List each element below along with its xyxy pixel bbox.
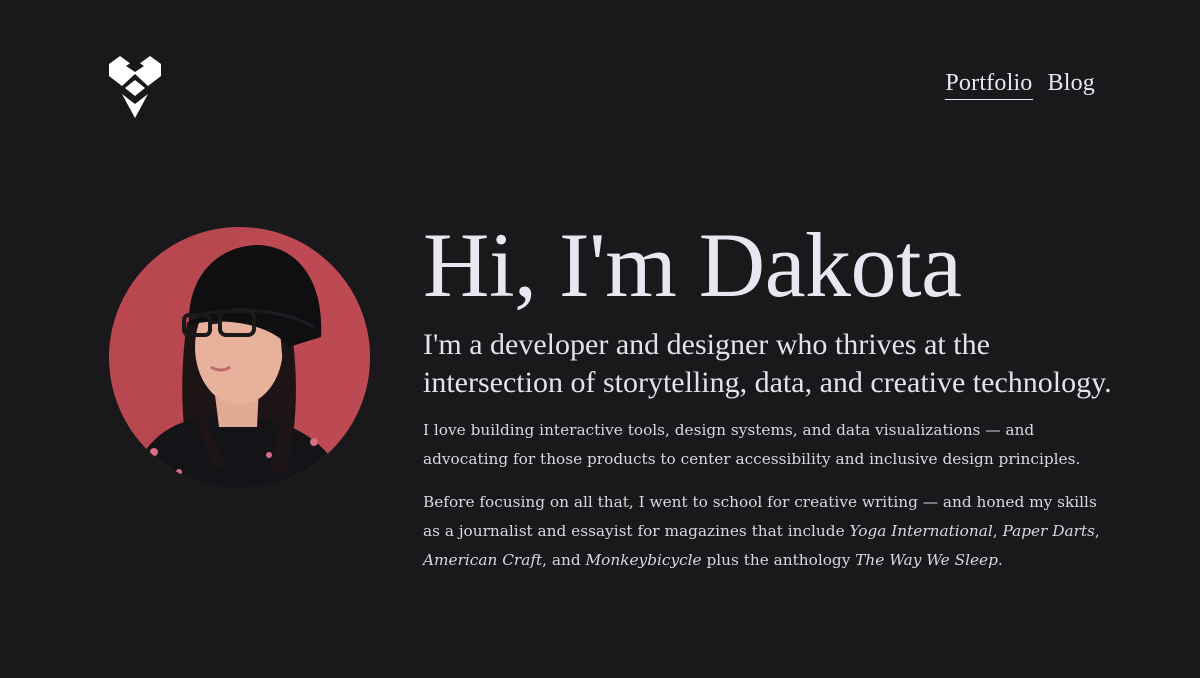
intro-lead: I'm a developer and designer who thrives… (423, 328, 1112, 399)
intro-paragraph-2: Before focusing on all that, I went to s… (423, 488, 1113, 575)
publication-name: Yoga International (849, 522, 993, 540)
publication-name: The Way We Sleep (855, 551, 998, 569)
separator: , and (542, 551, 586, 569)
geometric-diamond-logo-icon[interactable] (108, 54, 162, 118)
hero-section: Hi, I'm Dakota I'm a developer and desig… (423, 206, 1113, 575)
intro-paragraph-1: I love building interactive tools, desig… (423, 421, 1081, 468)
main-nav: Portfolio Blog (945, 70, 1095, 100)
nav-link-blog[interactable]: Blog (1048, 70, 1095, 100)
separator: . (997, 551, 1003, 569)
publication-name: American Craft (423, 551, 543, 569)
separator: , (1094, 522, 1100, 540)
profile-photo (109, 227, 370, 488)
page-title: Hi, I'm Dakota (423, 214, 962, 316)
nav-link-portfolio[interactable]: Portfolio (945, 70, 1033, 100)
separator: plus the anthology (701, 551, 856, 569)
publication-name: Paper Darts (1002, 522, 1095, 540)
separator: , (992, 522, 1003, 540)
publication-name: Monkeybicycle (585, 551, 702, 569)
